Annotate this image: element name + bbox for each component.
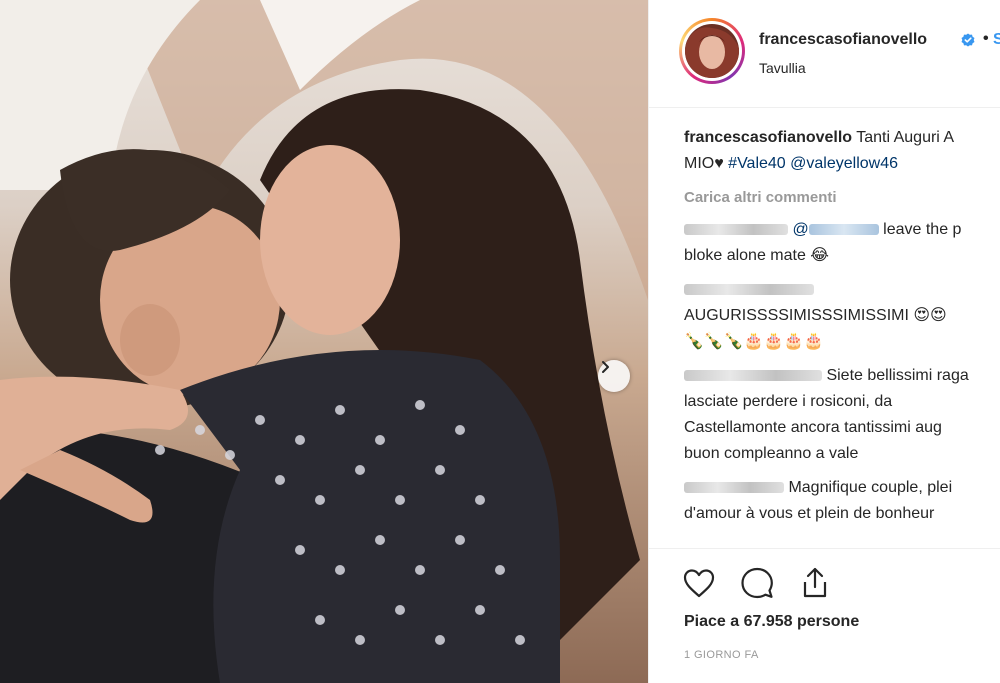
caption-text-cont: MIO♥: [684, 155, 724, 172]
post-username[interactable]: francescasofianovello: [759, 31, 927, 49]
comment-text: 🍾🍾🍾🎂🎂🎂🎂: [684, 333, 824, 350]
heart-icon[interactable]: [681, 565, 717, 601]
caption-username[interactable]: francescasofianovello: [684, 129, 852, 146]
comment-text: Magnifique couple, plei: [788, 479, 953, 496]
comment-text: lasciate perdere i rosiconi, da: [684, 393, 893, 410]
photo-illustration: [0, 0, 648, 683]
post-actions: Piace a 67.958 persone 1 GIORNO FA: [649, 548, 1000, 683]
post-photo[interactable]: [0, 0, 648, 683]
post-header: francescasofianovello • S Tavullia: [649, 0, 1000, 108]
post-timestamp[interactable]: 1 GIORNO FA: [684, 649, 759, 661]
load-more-comments-button[interactable]: Carica altri commenti: [684, 185, 1000, 211]
redacted-mention: [808, 224, 879, 236]
comments-fade: [649, 520, 1000, 550]
caption-mention[interactable]: @valeyellow46: [790, 155, 898, 172]
story-ring[interactable]: [679, 18, 745, 84]
comment-text: bloke alone mate 😂: [684, 247, 829, 264]
comment-item: Siete bellissimi raga lasciate perdere i…: [684, 363, 1000, 467]
verified-badge-icon: [961, 33, 975, 47]
caption-hashtag[interactable]: #Vale40: [728, 155, 786, 172]
redacted-username: [684, 370, 822, 382]
post-side-panel: francescasofianovello • S Tavullia franc…: [648, 0, 1000, 683]
avatar-image: [685, 24, 739, 78]
next-photo-button[interactable]: [598, 360, 630, 392]
likes-count[interactable]: Piace a 67.958 persone: [684, 613, 859, 631]
caption: francescasofianovello Tanti Auguri A MIO…: [684, 125, 1000, 177]
comment-item: @ leave the p bloke alone mate 😂: [684, 217, 1000, 269]
comment-item: AUGURISSSSIMISSSIMISSIMI 😍😍 🍾🍾🍾🎂🎂🎂🎂: [684, 277, 1000, 355]
chevron-right-icon: [602, 361, 609, 373]
share-icon[interactable]: [797, 565, 833, 601]
redacted-username: [684, 482, 784, 494]
comment-mention[interactable]: @: [792, 221, 808, 238]
header-separator: •: [983, 30, 989, 47]
comment-icon[interactable]: [739, 565, 775, 601]
follow-button[interactable]: S: [993, 31, 1000, 49]
avatar[interactable]: [685, 24, 739, 78]
redacted-username: [684, 224, 788, 236]
comment-text: buon compleanno a vale: [684, 445, 859, 462]
comment-text: Castellamonte ancora tantissimi aug: [684, 419, 942, 436]
caption-text: Tanti Auguri A: [856, 129, 955, 146]
redacted-username: [684, 284, 814, 296]
comment-text: AUGURISSSSIMISSSIMISSIMI 😍😍: [684, 307, 947, 324]
comment-text: leave the p: [883, 221, 962, 238]
comments-list[interactable]: francescasofianovello Tanti Auguri A MIO…: [684, 125, 1000, 545]
post-location[interactable]: Tavullia: [759, 60, 806, 76]
comment-text: Siete bellissimi raga: [826, 367, 969, 384]
